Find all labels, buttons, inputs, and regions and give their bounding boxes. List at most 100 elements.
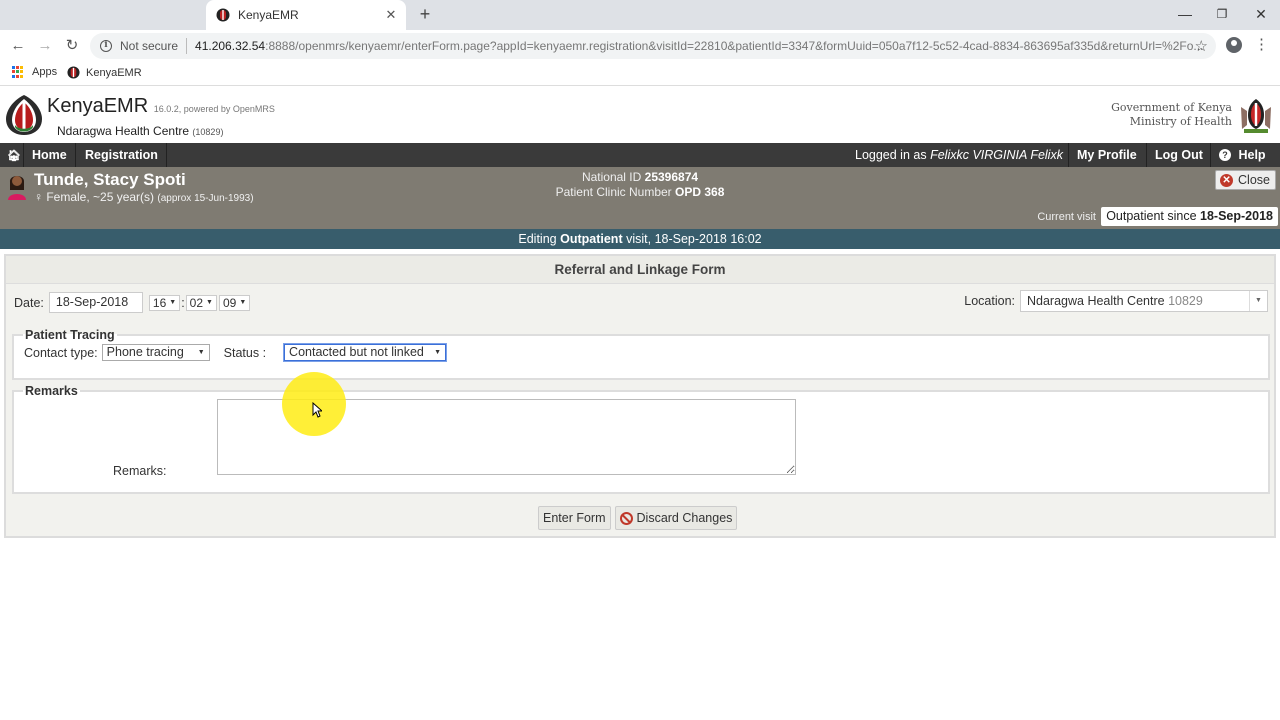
- form-title: Referral and Linkage Form: [6, 256, 1274, 284]
- gov-line-2: Ministry of Health: [1129, 115, 1232, 128]
- patient-tracing-section: Patient Tracing Contact type: Phone trac…: [12, 328, 1270, 380]
- visit-date: 18-Sep-2018: [1200, 209, 1273, 223]
- patient-demographics: ♀ Female, ~25 year(s) (approx 15-Jun-199…: [34, 190, 254, 204]
- minute-select[interactable]: 02 ▼: [185, 294, 217, 311]
- remarks-legend: Remarks: [25, 384, 78, 398]
- facility-name-text: Ndaragwa Health Centre: [57, 124, 190, 138]
- dropdown-arrow-icon: ▼: [206, 298, 213, 306]
- enter-form-button[interactable]: Enter Form: [538, 506, 611, 530]
- national-id-value: 25396874: [644, 170, 699, 184]
- app-version: 16.0.2, powered by OpenMRS: [153, 104, 275, 114]
- forward-arrow-icon[interactable]: →: [33, 34, 57, 58]
- nav-home[interactable]: Home: [24, 143, 76, 167]
- female-patient-icon: [8, 176, 26, 200]
- facility-code: (10829): [192, 127, 224, 137]
- current-visit-label: Current visit: [1037, 211, 1096, 223]
- mouse-pointer-icon: [312, 402, 322, 418]
- home-icon[interactable]: 🏠︎: [0, 143, 24, 167]
- close-patient-button[interactable]: ✕ Close: [1215, 170, 1276, 190]
- bookmark-label: Apps: [32, 66, 58, 78]
- tab-close-icon[interactable]: ✕: [384, 7, 398, 23]
- status-value: Contacted but not linked: [289, 345, 424, 359]
- patient-header: Tunde, Stacy Spoti ♀ Female, ~25 year(s)…: [0, 167, 1280, 229]
- status-select[interactable]: Contacted but not linked ▼: [284, 344, 447, 361]
- current-visit-badge[interactable]: Outpatient since 18-Sep-2018: [1101, 207, 1278, 226]
- back-arrow-icon[interactable]: ←: [6, 34, 30, 58]
- edit-prefix: Editing: [518, 232, 557, 246]
- discard-icon: [619, 511, 633, 525]
- bookmark-kenyaemr[interactable]: KenyaEMR: [67, 66, 142, 79]
- kenyaemr-logo: [6, 95, 42, 135]
- minute-value: 02: [189, 295, 204, 310]
- hour-value: 16: [152, 295, 167, 310]
- patient-tracing-legend: Patient Tracing: [25, 328, 115, 342]
- dropdown-arrow-icon: ▼: [434, 349, 442, 356]
- clinic-number-value: OPD 368: [675, 185, 725, 199]
- location-select[interactable]: Ndaragwa Health Centre 10829 ▼: [1020, 290, 1268, 312]
- patient-dob: (approx 15-Jun-1993): [157, 193, 254, 204]
- hour-select[interactable]: 16 ▼: [148, 294, 181, 311]
- remarks-section: Remarks Remarks:: [12, 384, 1270, 494]
- info-icon[interactable]: i: [100, 40, 112, 52]
- close-icon: ✕: [1220, 173, 1234, 187]
- bookmark-star-icon[interactable]: ☆: [1195, 37, 1208, 55]
- contact-type-select[interactable]: Phone tracing ▼: [101, 344, 210, 361]
- browser-navbar: ← → ↻ i Not secure 41.206.32.54:8888/ope…: [0, 30, 1280, 62]
- nav-help[interactable]: ? Help: [1210, 143, 1280, 167]
- bookmark-label: KenyaEMR: [86, 66, 142, 79]
- facility-name: Ndaragwa Health Centre (10829): [57, 124, 223, 138]
- location-code: 10829: [1168, 294, 1203, 308]
- editing-visit-bar: Editing Outpatient visit, 18-Sep-2018 16…: [0, 229, 1280, 249]
- discard-changes-button[interactable]: Discard Changes: [614, 506, 738, 530]
- patient-name: Tunde, Stacy Spoti: [34, 170, 186, 189]
- browser-tab[interactable]: KenyaEMR ✕: [206, 0, 406, 30]
- kenyaemr-favicon-icon: [216, 8, 230, 22]
- minimize-icon[interactable]: —: [1166, 0, 1204, 30]
- patient-gender-age: ♀ Female, ~25 year(s): [34, 190, 155, 204]
- second-select[interactable]: 09 ▼: [218, 294, 251, 311]
- edit-visit-type: Outpatient: [560, 232, 623, 246]
- new-tab-button[interactable]: +: [414, 3, 436, 25]
- nav-registration[interactable]: Registration: [77, 143, 167, 167]
- nav-help-label: Help: [1238, 148, 1266, 162]
- discard-label: Discard Changes: [636, 511, 733, 525]
- date-field[interactable]: 18-Sep-2018: [48, 292, 143, 313]
- nav-my-profile[interactable]: My Profile: [1068, 143, 1145, 167]
- date-label: Date:: [14, 295, 44, 310]
- dropdown-arrow-icon: ▼: [239, 298, 247, 306]
- browser-tabstrip: KenyaEMR ✕ + — ❐ ✕: [0, 0, 1280, 30]
- contact-type-label: Contact type:: [24, 345, 98, 360]
- government-label: Government of Kenya Ministry of Health: [1111, 101, 1232, 129]
- browser-menu-icon[interactable]: ⋮: [1254, 36, 1269, 54]
- gov-line-1: Government of Kenya: [1111, 101, 1232, 114]
- status-label: Status :: [223, 345, 267, 360]
- clinic-number-label: Patient Clinic Number: [555, 185, 672, 199]
- visit-type: Outpatient since: [1106, 209, 1197, 223]
- second-value: 09: [222, 295, 237, 310]
- patient-identifiers: National ID 25396874 Patient Clinic Numb…: [520, 170, 760, 200]
- logged-in-label: Logged in as Felixkc VIRGINIA Felixk: [847, 143, 1071, 167]
- restore-icon[interactable]: ❐: [1203, 0, 1241, 30]
- apps-grid-icon: [12, 66, 24, 78]
- logged-in-prefix: Logged in as: [855, 148, 927, 162]
- tracing-fields: Contact type: Phone tracing ▼ Status : Co…: [24, 344, 447, 361]
- address-bar[interactable]: i Not secure 41.206.32.54:8888/openmrs/k…: [90, 33, 1216, 59]
- nav-logout[interactable]: Log Out: [1146, 143, 1211, 167]
- location-name: Ndaragwa Health Centre: [1027, 294, 1165, 308]
- tab-title: KenyaEMR: [238, 8, 299, 22]
- dropdown-arrow-icon: ▼: [1249, 291, 1267, 311]
- contact-type-value: Phone tracing: [106, 345, 184, 359]
- url-host: 41.206.32.54: [195, 39, 266, 53]
- account-icon[interactable]: [1226, 37, 1242, 53]
- bookmark-apps[interactable]: Apps: [12, 66, 57, 78]
- kenyaemr-favicon-icon: [67, 66, 80, 79]
- security-label: Not secure: [120, 39, 179, 53]
- app-name: KenyaEMR: [47, 95, 149, 117]
- dropdown-arrow-icon: ▼: [197, 349, 205, 356]
- reload-icon[interactable]: ↻: [60, 34, 84, 58]
- bookmarks-bar: Apps KenyaEMR: [0, 62, 1280, 86]
- location-row: Location: Ndaragwa Health Centre 10829 ▼: [964, 290, 1268, 312]
- emr-header: KenyaEMR 16.0.2, powered by OpenMRS Ndar…: [0, 87, 1280, 143]
- window-close-icon[interactable]: ✕: [1242, 0, 1280, 30]
- form-actions: Enter Form Discard Changes: [538, 506, 738, 530]
